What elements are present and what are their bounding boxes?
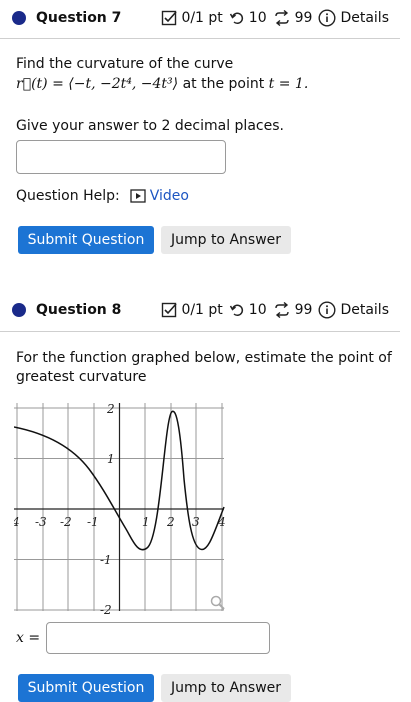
x-tick-label: 1 [142,515,150,529]
checkbox-icon [161,10,178,26]
question7-header: Question 7 0/1 pt 10 99 Details [0,4,411,32]
x-tick-label: -3 [35,515,47,529]
y-tick-label: 2 [106,402,115,416]
attempts: 99 [273,302,312,318]
question-title: Question 8 [36,302,122,318]
question8-prompt-line2: greatest curvature [16,369,147,385]
jump-to-answer-button[interactable]: Jump to Answer [161,226,291,254]
question-help: Question Help: Video [16,188,189,204]
answer-input[interactable] [16,140,226,174]
x-tick-label: 2 [166,515,175,529]
jump-to-answer-button[interactable]: Jump to Answer [161,674,291,702]
function-graph: -4 -3 -2 -1 1 2 3 4 2 1 -1 -2 [14,402,226,615]
question-meta: 0/1 pt 10 99 Details [161,301,389,319]
x-tick-label: -2 [60,515,72,529]
question7-instruction: Give your answer to 2 decimal places. [16,118,284,134]
info-icon [318,9,336,27]
details-link[interactable]: Details [318,301,389,319]
y-tick-label: 1 [107,452,115,466]
divider [0,331,400,332]
submit-question-button[interactable]: Submit Question [18,674,154,702]
submit-question-button[interactable]: Submit Question [18,226,154,254]
x-tick-label: 3 [192,515,200,529]
video-link[interactable]: Video [130,188,189,204]
question7-prompt-math: r⃗(t) = ⟨−t, −2t⁴, −4t³⟩ at the point t … [16,76,309,92]
retries: 10 [229,10,267,26]
y-tick-label: -1 [100,553,112,567]
x-tick-label: -1 [87,515,99,529]
video-icon [130,189,146,203]
question8-header: Question 8 0/1 pt 10 99 Details [0,296,411,324]
divider [0,38,400,39]
x-tick-label: -4 [14,515,20,529]
retries: 10 [229,302,267,318]
checkbox-icon [161,302,178,318]
question-status-dot [12,11,26,25]
details-link[interactable]: Details [318,9,389,27]
retry-icon [229,302,245,318]
answer-input[interactable] [46,622,270,654]
score: 0/1 pt [161,302,223,318]
attempts-icon [273,10,291,26]
attempts-icon [273,302,291,318]
question-status-dot [12,303,26,317]
retry-icon [229,10,245,26]
question7-prompt: Find the curvature of the curve [16,56,234,72]
question8-prompt: For the function graphed below, estimate… [16,350,392,366]
question-meta: 0/1 pt 10 99 Details [161,9,389,27]
answer-label: x = [16,630,41,646]
score: 0/1 pt [161,10,223,26]
info-icon [318,301,336,319]
question-title: Question 7 [36,10,122,26]
y-tick-label: -2 [100,603,112,615]
attempts: 99 [273,10,312,26]
